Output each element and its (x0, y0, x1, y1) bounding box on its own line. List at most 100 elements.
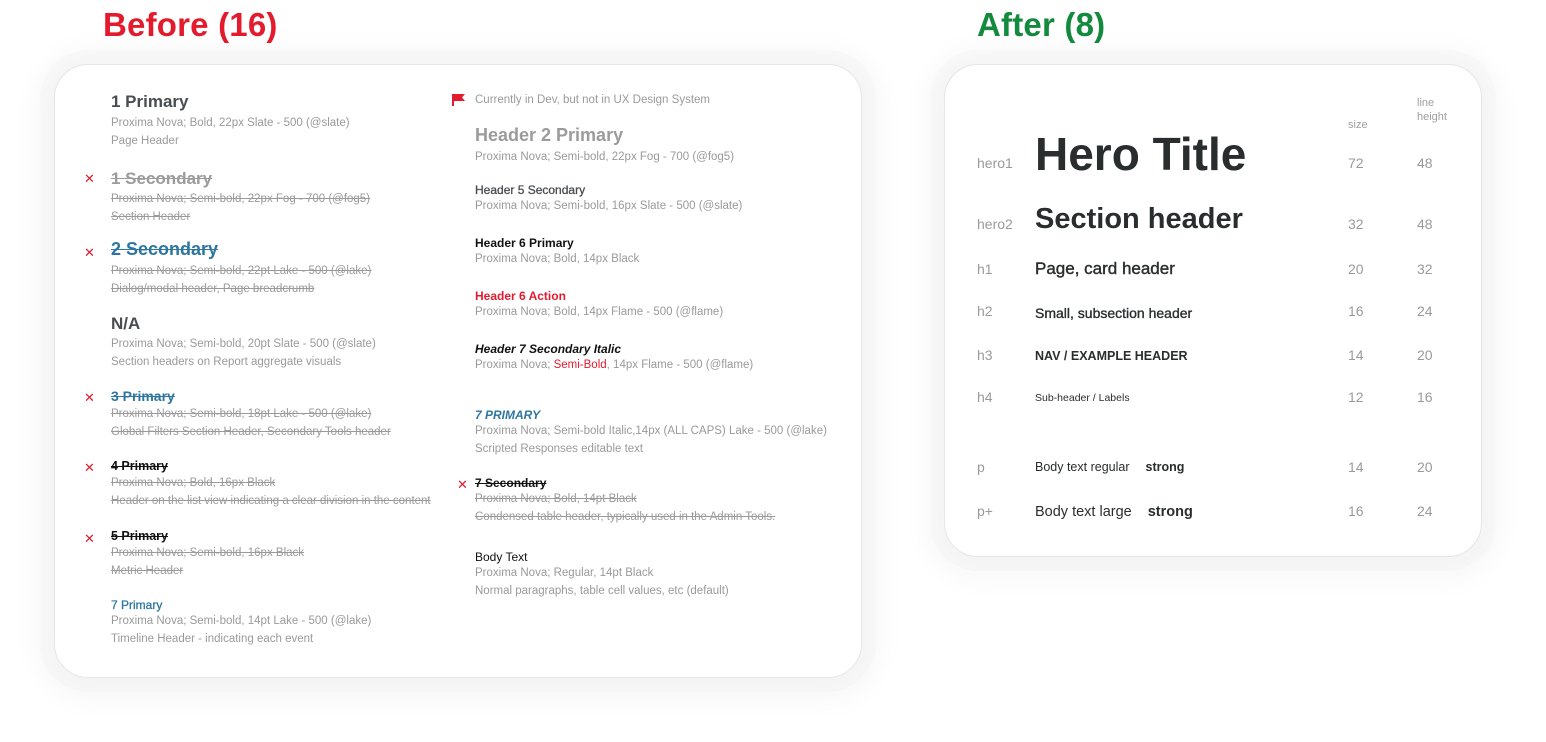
legend: Currently in Dev, but not in UX Design S… (452, 94, 710, 106)
style-line-height: 16 (1417, 389, 1433, 405)
style-spec: Proxima Nova; Semi-bold, 16px Black (111, 547, 305, 559)
type-scale-row: hero2 Section header 32 48 (945, 203, 1481, 243)
style-size: 72 (1348, 155, 1364, 171)
style-spec: Proxima Nova; Semi-bold Italic,14px (ALL… (475, 425, 827, 438)
style-sample: Section header (1035, 203, 1243, 235)
style-usage: Timeline Header - indicating each event (111, 633, 314, 646)
type-scale-row: h3 NAV / EXAMPLE HEADER 14 20 (945, 347, 1481, 387)
x-mark-icon: ✕ (84, 172, 95, 187)
style-name: Header 7 Secondary Italic (475, 342, 622, 356)
style-usage: Metric Header (111, 565, 184, 577)
style-usage: Condensed table header, typically used i… (475, 511, 776, 524)
style-code: h3 (977, 347, 993, 363)
style-code: p+ (977, 503, 993, 519)
style-spec: Proxima Nova; Semi-Bold, 14px Flame - 50… (475, 356, 753, 374)
type-scale-row: h4 Sub-header / Labels 12 16 (945, 389, 1481, 429)
style-code: h4 (977, 389, 993, 405)
style-spec: Proxima Nova; Bold, 14pt Black (475, 493, 637, 506)
after-title: After (8) (977, 6, 1106, 43)
style-line-height: 24 (1417, 303, 1433, 319)
style-entry: 4 Primary Proxima Nova; Bold, 16px Black… (111, 459, 431, 510)
style-name: Header 6 Primary (475, 236, 574, 250)
style-sample: Page, card header (1035, 259, 1175, 278)
style-entry: 1 Secondary Proxima Nova; Semi-bold, 22p… (111, 169, 370, 226)
column-header-height: height (1417, 111, 1447, 123)
style-name: Header 6 Action (475, 289, 566, 303)
style-spec: Proxima Nova; Semi-bold, 14pt Lake - 500… (111, 615, 372, 628)
type-scale-row: p+ Body text large strong 16 24 (945, 503, 1481, 543)
spec-highlight: Semi-Bold (553, 359, 607, 372)
style-name: 1 Primary (111, 92, 189, 111)
style-name: 2 Secondary (111, 239, 219, 259)
style-spec: Proxima Nova; Semi-bold, 16px Slate - 50… (475, 200, 743, 213)
style-line-height: 48 (1417, 155, 1433, 171)
style-code: h2 (977, 303, 993, 319)
style-line-height: 48 (1417, 216, 1433, 232)
x-mark-icon: ✕ (457, 478, 468, 493)
style-spec: Proxima Nova; Bold, 16px Black (111, 477, 276, 489)
style-line-height: 24 (1417, 503, 1433, 519)
style-entry: Header 6 Action Proxima Nova; Bold, 14px… (475, 289, 723, 321)
style-code: p (977, 459, 985, 475)
sample-strong: strong (1147, 504, 1193, 520)
style-entry: 5 Primary Proxima Nova; Semi-bold, 16px … (111, 529, 304, 580)
sample-regular: Body text large (1035, 504, 1132, 520)
x-mark-icon: ✕ (84, 246, 95, 261)
style-sample: Small, subsection header (1035, 305, 1193, 321)
style-code: h1 (977, 261, 993, 277)
style-usage: Page Header (111, 135, 179, 148)
style-spec: Proxima Nova; Semi-bold, 22px Fog - 700 … (111, 193, 371, 206)
style-entry: N/A Proxima Nova; Semi-bold, 20pt Slate … (111, 314, 376, 371)
style-entry: 1 Primary Proxima Nova; Bold, 22px Slate… (111, 92, 350, 150)
spec-suffix: , 14px Flame - 500 (@flame) (606, 359, 754, 372)
style-spec: Proxima Nova; Semi-bold, 18pt Lake - 500… (111, 407, 372, 420)
flag-icon (452, 94, 465, 106)
style-usage: Global Filters Section Header, Secondary… (111, 425, 391, 438)
style-name: 3 Primary (111, 388, 175, 404)
style-spec: Proxima Nova; Bold, 14px Black (475, 253, 640, 266)
sample-strong: strong (1145, 460, 1185, 474)
style-sample: Hero Title (1035, 128, 1247, 180)
style-code: hero2 (977, 216, 1013, 232)
style-name: Body Text (475, 550, 528, 564)
x-mark-icon: ✕ (84, 461, 95, 476)
style-size: 16 (1348, 503, 1364, 519)
style-usage: Header on the list view indicating a cle… (111, 495, 431, 507)
style-name: 4 Primary (111, 459, 168, 473)
style-spec: Proxima Nova; Semi-bold, 22px Fog - 700 … (475, 150, 735, 163)
style-name: 5 Primary (111, 529, 168, 543)
style-name: 7 Primary (111, 598, 163, 612)
style-spec: Proxima Nova; Bold, 22px Slate - 500 (@s… (111, 117, 350, 130)
style-usage: Dialog/modal header, Page breadcrumb (111, 282, 315, 295)
style-name: 7 PRIMARY (475, 408, 541, 422)
style-entry: 7 PRIMARY Proxima Nova; Semi-bold Italic… (475, 408, 827, 458)
type-scale-row: h2 Small, subsection header 16 24 (945, 303, 1481, 343)
type-scale-row: p Body text regular strong 14 20 (945, 459, 1481, 499)
style-sample: Body text large strong (1035, 504, 1193, 520)
style-name: N/A (111, 314, 141, 333)
column-header-line: line (1417, 97, 1435, 109)
style-usage: Section Header (111, 211, 191, 224)
x-mark-icon: ✕ (84, 532, 95, 547)
style-name: Header 5 Secondary (475, 183, 586, 197)
style-usage: Scripted Responses editable text (475, 443, 644, 456)
style-entry: 3 Primary Proxima Nova; Semi-bold, 18pt … (111, 388, 391, 441)
before-title: Before (16) (103, 6, 278, 43)
style-entry: Body Text Proxima Nova; Regular, 14pt Bl… (475, 550, 729, 600)
style-name: Header 2 Primary (475, 125, 624, 145)
style-usage: Normal paragraphs, table cell values, et… (475, 585, 729, 598)
style-name: 1 Secondary (111, 169, 213, 188)
style-entry: Header 5 Secondary Proxima Nova; Semi-bo… (475, 183, 742, 215)
style-size: 14 (1348, 459, 1364, 475)
style-spec: Proxima Nova; Regular, 14pt Black (475, 567, 654, 580)
style-line-height: 20 (1417, 459, 1433, 475)
style-sample: Sub-header / Labels (1035, 392, 1130, 404)
sample-regular: Body text regular (1035, 460, 1130, 474)
style-entry: Header 7 Secondary Italic Proxima Nova; … (475, 342, 753, 374)
style-entry: 7 Secondary Proxima Nova; Bold, 14pt Bla… (475, 476, 775, 526)
style-entry: Header 6 Primary Proxima Nova; Bold, 14p… (475, 236, 639, 268)
legend-text: Currently in Dev, but not in UX Design S… (475, 94, 710, 106)
style-size: 16 (1348, 303, 1364, 319)
column-header-line-height: line height (1417, 96, 1447, 124)
style-sample: NAV / EXAMPLE HEADER (1035, 349, 1188, 363)
